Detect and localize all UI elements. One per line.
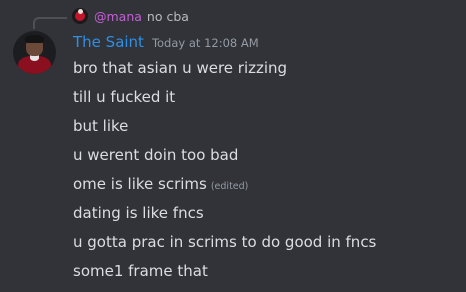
message-line-text: some1 frame that: [73, 262, 208, 280]
reply-preview[interactable]: @mana no cba: [72, 7, 189, 25]
message-line: ome is like scrims (edited): [73, 173, 376, 202]
message-line-text: ome is like scrims: [73, 175, 207, 193]
avatar[interactable]: [13, 31, 56, 74]
message-line-text: but like: [73, 117, 129, 135]
reply-username[interactable]: @mana: [94, 9, 142, 24]
message-line: till u fucked it: [73, 86, 376, 115]
message-line: some1 frame that: [73, 260, 376, 289]
message-line: dating is like fncs: [73, 202, 376, 231]
author-name[interactable]: The Saint: [73, 33, 144, 51]
message-lines: bro that asian u were rizzing till u fuc…: [73, 57, 376, 289]
reply-avatar[interactable]: [72, 8, 88, 24]
message-line-text: till u fucked it: [73, 88, 176, 106]
reply-text[interactable]: no cba: [147, 9, 189, 24]
edited-label: (edited): [210, 181, 249, 192]
message-line-text: u werent doin too bad: [73, 146, 239, 164]
message-line-text: bro that asian u were rizzing: [73, 59, 288, 77]
message-line: u werent doin too bad: [73, 144, 376, 173]
reply-spine: [33, 17, 67, 29]
message-header: The Saint Today at 12:08 AM: [73, 33, 259, 51]
message-line: but like: [73, 115, 376, 144]
chat-message: @mana no cba The Saint Today at 12:08 AM…: [0, 0, 466, 292]
message-line-text: u gotta prac in scrims to do good in fnc…: [73, 233, 377, 251]
message-line: u gotta prac in scrims to do good in fnc…: [73, 231, 376, 260]
message-timestamp[interactable]: Today at 12:08 AM: [152, 36, 259, 50]
message-line-text: dating is like fncs: [73, 204, 204, 222]
reply-avatar-face: [78, 9, 83, 14]
message-line: bro that asian u were rizzing: [73, 57, 376, 86]
avatar-hair: [25, 35, 44, 43]
